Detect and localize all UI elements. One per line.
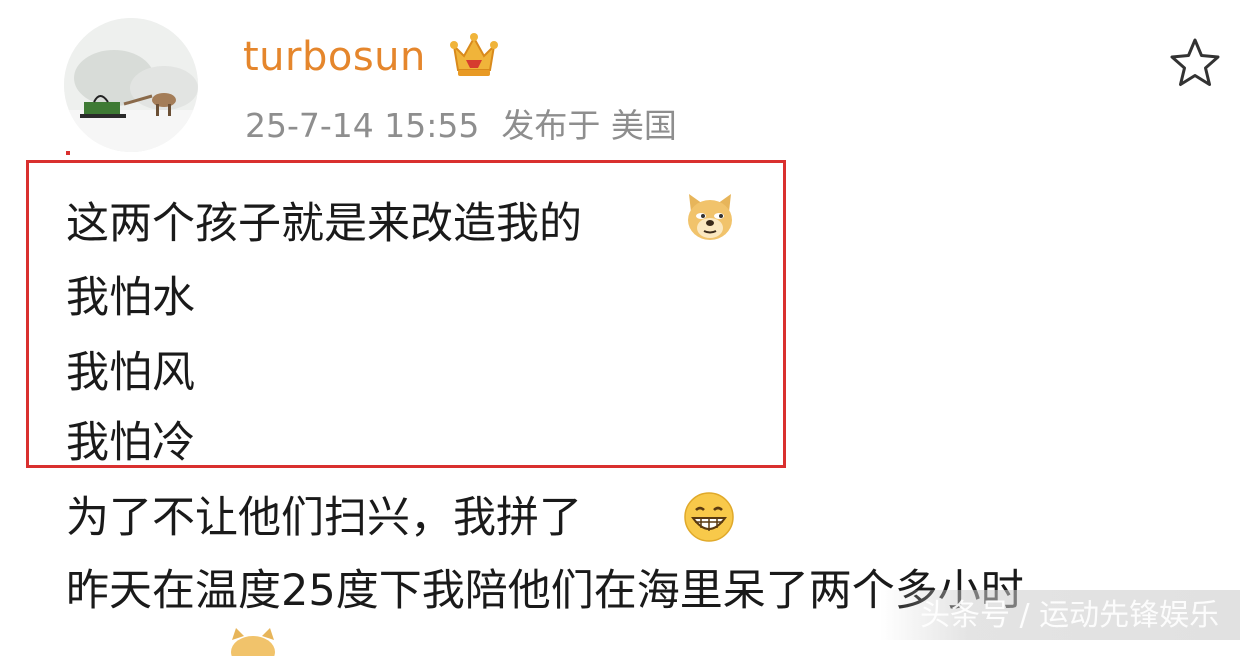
post-line-5: 为了不让他们扫兴，我拼了 bbox=[66, 493, 582, 543]
post-location: 发布于 美国 bbox=[501, 106, 677, 145]
post-line-2: 我怕水 bbox=[66, 273, 195, 323]
post-timestamp: 25-7-14 15:55 bbox=[245, 106, 480, 145]
doge-emoji-icon bbox=[688, 194, 732, 240]
post-meta: 25-7-14 15:55 发布于 美国 bbox=[245, 104, 677, 148]
avatar[interactable] bbox=[64, 18, 198, 152]
post-line-1: 这两个孩子就是来改造我的 bbox=[66, 199, 582, 249]
post-line-4: 我怕冷 bbox=[66, 418, 195, 468]
crown-icon bbox=[450, 33, 498, 76]
avatar-image bbox=[64, 18, 198, 152]
red-dot-marker bbox=[66, 151, 70, 155]
post-line-3: 我怕风 bbox=[66, 348, 195, 398]
star-icon[interactable] bbox=[1168, 36, 1222, 90]
partial-emoji-icon bbox=[231, 628, 275, 656]
grin-emoji-icon bbox=[684, 492, 734, 542]
username-link[interactable]: turbosun bbox=[243, 32, 426, 82]
watermark-text: 头条号 / 运动先锋娱乐 bbox=[920, 598, 1220, 633]
